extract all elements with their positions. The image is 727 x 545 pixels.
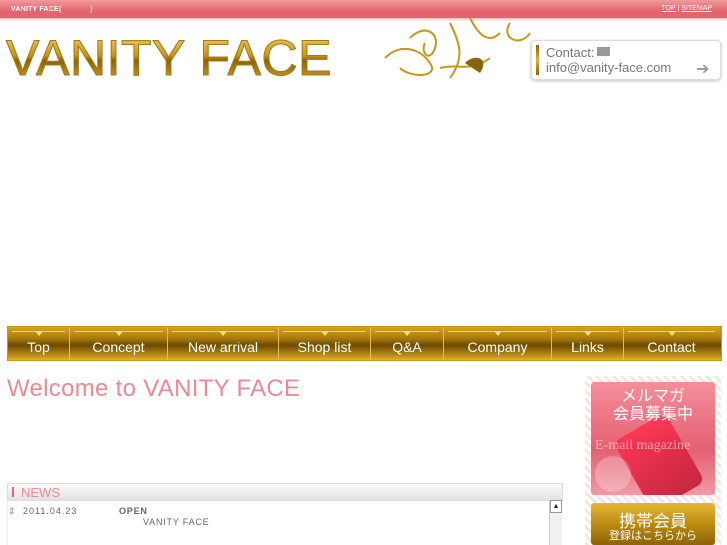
triangle-down-icon <box>403 331 411 336</box>
triangle-down-icon <box>320 331 329 336</box>
news-title: NEWS <box>21 485 60 500</box>
news-scrollbar[interactable]: ▲ <box>549 500 562 545</box>
nav-label: New arrival <box>187 339 258 355</box>
bullet-arrow-icon: ⇕ <box>8 506 16 516</box>
nav-label: Concept <box>92 339 145 355</box>
nav-label: Top <box>27 339 50 355</box>
nav-item-new-arrival[interactable]: New arrival <box>168 327 279 360</box>
top-link[interactable]: TOP <box>661 5 675 12</box>
triangle-down-icon <box>34 331 43 336</box>
contact-label-row: Contact: <box>546 45 611 60</box>
news-header: NEWS <box>7 483 563 501</box>
triangle-down-icon <box>114 331 123 336</box>
site-label: VANITY FACE( ) <box>11 6 93 13</box>
nav-item-shop-list[interactable]: Shop list <box>279 327 371 360</box>
mailmag-text: メルマガ 会員募集中 <box>591 388 715 424</box>
link-separator: | <box>677 5 680 12</box>
mailmag-line1: メルマガ <box>620 388 685 405</box>
mailmag-sub: E-mail magazine <box>595 438 691 453</box>
nav-item-concept[interactable]: Concept <box>70 327 168 360</box>
mobile-member-banner[interactable]: 携帯会員 登録はこちらから <box>591 503 715 545</box>
mail-icon <box>597 47 611 56</box>
triangle-down-icon <box>583 331 592 336</box>
nav-label: Q&A <box>392 339 422 355</box>
nav-label: Company <box>467 339 528 355</box>
mobile-line2: 登録はこちらから <box>609 530 697 542</box>
site-logo[interactable]: VANITY FACE <box>6 32 332 85</box>
nav-item-links[interactable]: Links <box>552 327 624 360</box>
nav-label: Shop list <box>297 339 352 355</box>
arrow-circle-icon <box>595 456 631 492</box>
news-item-title: OPEN <box>119 506 148 516</box>
contact-label: Contact: <box>546 45 595 60</box>
news-date: 2011.04.23 <box>23 506 78 516</box>
mailmag-line2: 会員募集中 <box>612 406 693 423</box>
arrow-right-icon: ➔ <box>696 61 710 78</box>
welcome-heading: Welcome to VANITY FACE <box>7 375 301 402</box>
nav-item-qa[interactable]: Q&A <box>371 327 444 360</box>
triangle-down-icon <box>493 331 502 336</box>
contact-email-box[interactable]: Contact: info@vanity-face.com ➔ <box>531 40 721 80</box>
main-nav: Top Concept New arrival Shop list Q&A Co… <box>7 326 722 361</box>
news-list: ⇕ 2011.04.23 OPEN VANITY FACE <box>7 500 562 545</box>
triangle-down-icon <box>667 331 676 336</box>
top-bar: VANITY FACE( ) TOP | SITEMAP <box>0 0 727 19</box>
contact-accent-bar <box>536 45 539 75</box>
contact-email: info@vanity-face.com <box>546 60 672 75</box>
top-links: TOP | SITEMAP <box>661 5 712 12</box>
news-marker <box>12 487 14 497</box>
nav-item-contact[interactable]: Contact <box>624 327 719 360</box>
news-item-body: VANITY FACE <box>143 517 210 527</box>
mail-magazine-banner[interactable]: メルマガ 会員募集中 E-mail magazine <box>591 382 715 495</box>
sitemap-link[interactable]: SITEMAP <box>681 5 712 12</box>
nav-item-top[interactable]: Top <box>8 327 70 360</box>
nav-label: Links <box>571 339 604 355</box>
triangle-down-icon <box>219 331 227 336</box>
nav-item-company[interactable]: Company <box>444 327 552 360</box>
ornament-decoration <box>384 18 531 79</box>
nav-label: Contact <box>647 339 696 355</box>
sidebar: メルマガ 会員募集中 E-mail magazine 携帯会員 登録はこちらから <box>585 376 721 545</box>
scroll-up-arrow-icon[interactable]: ▲ <box>550 500 562 513</box>
